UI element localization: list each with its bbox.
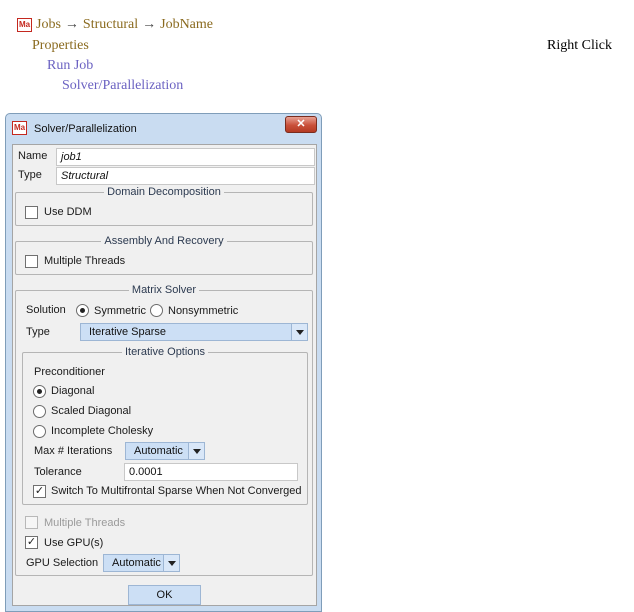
breadcrumb: Ma Jobs → Structural → JobName [17,17,213,33]
checkmark-icon: ✓ [34,485,45,497]
solver-type-value: Iterative Sparse [89,326,167,338]
assembly-recovery-group: Assembly And Recovery Multiple Threads [15,235,313,275]
breadcrumb-structural: Structural [82,17,139,32]
arrow-right-icon: → [64,17,79,32]
solution-label: Solution [26,304,66,316]
solver-type-label: Type [26,326,50,338]
max-iterations-label: Max # Iterations [34,445,113,457]
breadcrumb-jobname: JobName [160,17,214,32]
name-label: Name [18,150,48,162]
type-label: Type [18,169,42,181]
breadcrumb-solver: Solver/Parallelization [62,78,184,93]
nonsymmetric-label: Nonsymmetric [168,305,239,317]
assembly-recovery-title: Assembly And Recovery [101,235,227,247]
solver-multiple-threads-checkbox[interactable] [25,516,38,529]
preconditioner-label: Preconditioner [34,366,105,378]
diagonal-label: Diagonal [51,385,95,397]
assembly-multiple-threads-label: Multiple Threads [44,255,126,267]
gpu-selection-label: GPU Selection [26,557,99,569]
matrix-solver-title: Matrix Solver [128,284,200,296]
diagonal-radio[interactable] [33,385,46,398]
max-iterations-value: Automatic [134,445,183,457]
breadcrumb-properties: Properties [32,38,89,53]
solver-multiple-threads-label: Multiple Threads [44,517,126,529]
max-iterations-dropdown[interactable]: Automatic [125,442,205,460]
chevron-down-icon [188,443,204,459]
use-gpu-checkbox[interactable]: ✓ [25,536,38,549]
close-button[interactable]: ✕ [285,116,317,133]
chevron-down-icon [163,555,179,571]
scaled-diagonal-label: Scaled Diagonal [51,405,132,417]
dialog-title: Solver/Parallelization [34,123,137,135]
matrix-solver-group: Matrix Solver Solution Symmetric Nonsymm… [15,284,313,576]
scaled-diagonal-radio[interactable] [33,405,46,418]
nonsymmetric-radio[interactable] [150,304,163,317]
dialog-titlebar[interactable]: Ma Solver/Parallelization ✕ [6,114,321,142]
incomplete-cholesky-radio[interactable] [33,425,46,438]
use-ddm-checkbox[interactable] [25,206,38,219]
breadcrumb-jobs: Jobs [36,17,61,32]
chevron-down-icon [291,324,307,340]
gpu-selection-dropdown[interactable]: Automatic [103,554,180,572]
dialog-body: Name job1 Type Structural Domain Decompo… [12,144,317,606]
switch-multifrontal-checkbox[interactable]: ✓ [33,485,46,498]
arrow-right-icon: → [142,17,157,32]
marc-logo-icon: Ma [17,18,32,32]
domain-decomposition-group: Domain Decomposition Use DDM [15,186,313,226]
solver-dialog: Ma Solver/Parallelization ✕ Name job1 Ty… [5,113,322,612]
incomplete-cholesky-label: Incomplete Cholesky [51,425,154,437]
iterative-options-title: Iterative Options [121,346,209,358]
type-field: Structural [56,167,315,185]
checkmark-icon: ✓ [26,536,37,548]
domain-decomposition-title: Domain Decomposition [104,186,224,198]
solver-type-dropdown[interactable]: Iterative Sparse [80,323,308,341]
name-field[interactable]: job1 [56,148,315,166]
symmetric-radio[interactable] [76,304,89,317]
symmetric-label: Symmetric [94,305,146,317]
iterative-options-group: Iterative Options Preconditioner Diagona… [22,346,308,505]
assembly-multiple-threads-checkbox[interactable] [25,255,38,268]
tolerance-label: Tolerance [34,466,82,478]
ok-button[interactable]: OK [128,585,201,605]
use-gpu-label: Use GPU(s) [44,537,104,549]
close-icon: ✕ [296,118,306,130]
switch-multifrontal-label: Switch To Multifrontal Sparse When Not C… [51,485,302,497]
right-click-hint: Right Click [547,38,612,53]
marc-logo-icon: Ma [12,121,27,135]
breadcrumb-run-job: Run Job [47,58,94,73]
use-ddm-label: Use DDM [44,206,92,218]
tolerance-input[interactable]: 0.0001 [124,463,298,481]
gpu-selection-value: Automatic [112,557,161,569]
